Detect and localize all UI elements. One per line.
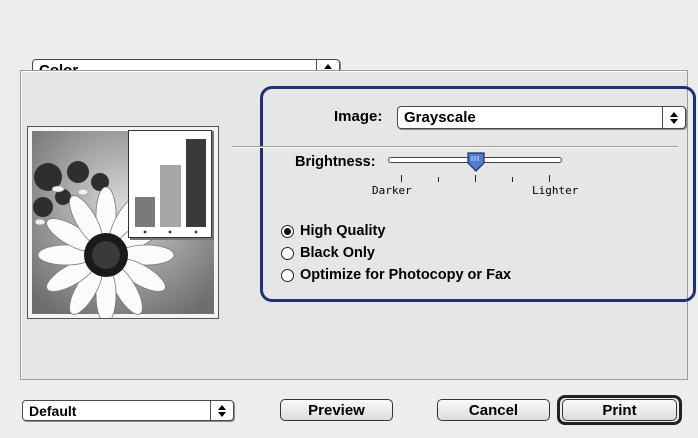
slider-tick: [512, 177, 513, 182]
radio-unselected-icon: [281, 246, 294, 260]
histogram-bar-dark: [135, 197, 155, 227]
radio-unselected-icon: [281, 268, 294, 282]
dropdown-arrows-icon: [210, 401, 233, 420]
preset-value: Default: [29, 402, 77, 419]
slider-tick: [549, 175, 550, 182]
radio-label: Black Only: [300, 245, 375, 261]
dropdown-arrows-icon: [662, 107, 685, 128]
slider-tick: [438, 177, 439, 182]
radio-label: High Quality: [300, 223, 386, 239]
lighter-label: Lighter: [532, 184, 579, 197]
preset-dropdown[interactable]: Default: [22, 400, 234, 421]
radio-high-quality[interactable]: High Quality: [281, 223, 385, 239]
brightness-label: Brightness:: [295, 154, 376, 170]
slider-tick: [401, 175, 402, 182]
preview-button[interactable]: Preview: [280, 399, 393, 421]
radio-optimize-photocopy-fax[interactable]: Optimize for Photocopy or Fax: [281, 267, 511, 283]
histogram-bar-mid: [160, 165, 181, 227]
brightness-slider-thumb[interactable]: [467, 152, 485, 172]
image-value: Grayscale: [404, 109, 476, 126]
cancel-button[interactable]: Cancel: [437, 399, 550, 421]
separator: [232, 146, 678, 148]
image-label: Image:: [334, 108, 383, 125]
print-button[interactable]: Print: [562, 399, 677, 421]
slider-tick: [475, 175, 476, 182]
radio-label: Optimize for Photocopy or Fax: [300, 267, 512, 283]
radio-selected-icon: [281, 224, 294, 238]
histogram-bar-light: [186, 139, 206, 227]
image-dropdown[interactable]: Grayscale: [397, 106, 686, 129]
radio-black-only[interactable]: Black Only: [281, 245, 375, 261]
brightness-histogram: [128, 130, 212, 238]
darker-label: Darker: [372, 184, 412, 197]
